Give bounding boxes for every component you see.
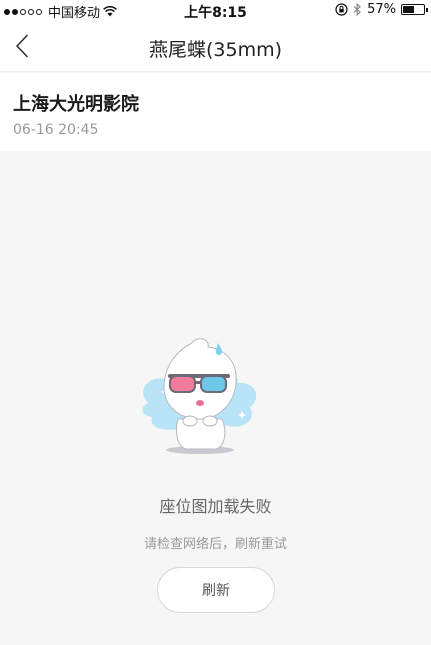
battery-percent: 57% (367, 2, 396, 17)
orientation-lock-icon (335, 3, 348, 16)
carrier-label: 中国移动 (48, 6, 101, 21)
status-bar: 中国移动 上午8:15 57% (0, 0, 431, 21)
load-error-state: 座位图加载失败 请检查网络后，刷新重试 刷新 (0, 151, 431, 645)
bluetooth-icon (353, 3, 361, 16)
error-hint: 请检查网络后，刷新重试 (143, 537, 287, 552)
mascot-illustration (142, 338, 257, 454)
page-title: 燕尾蝶(35mm) (148, 39, 283, 61)
wifi-icon (103, 6, 117, 17)
chevron-left-icon (16, 34, 28, 58)
error-title: 座位图加载失败 (159, 497, 272, 516)
battery-level-fill (403, 6, 415, 13)
cinema-info: 上海大光明影院 06-16 20:45 (0, 73, 431, 151)
left-lens (169, 375, 196, 393)
refresh-button[interactable]: 刷新 (157, 567, 275, 613)
show-time: 06-16 20:45 (13, 122, 99, 138)
back-button[interactable] (8, 32, 36, 60)
navigation-bar: 燕尾蝶(35mm) (0, 20, 431, 72)
cinema-name: 上海大光明影院 (13, 94, 139, 115)
seat-map-screen: 中国移动 上午8:15 57% 燕尾蝶(35mm) 上海大光明影院 06-16 … (0, 0, 431, 645)
right-lens (200, 375, 227, 393)
sweat-drop (216, 343, 222, 355)
status-left: 中国移动 (4, 2, 117, 21)
battery-icon (401, 4, 428, 15)
signal-strength-icon (4, 8, 42, 15)
status-right: 57% (335, 2, 428, 17)
